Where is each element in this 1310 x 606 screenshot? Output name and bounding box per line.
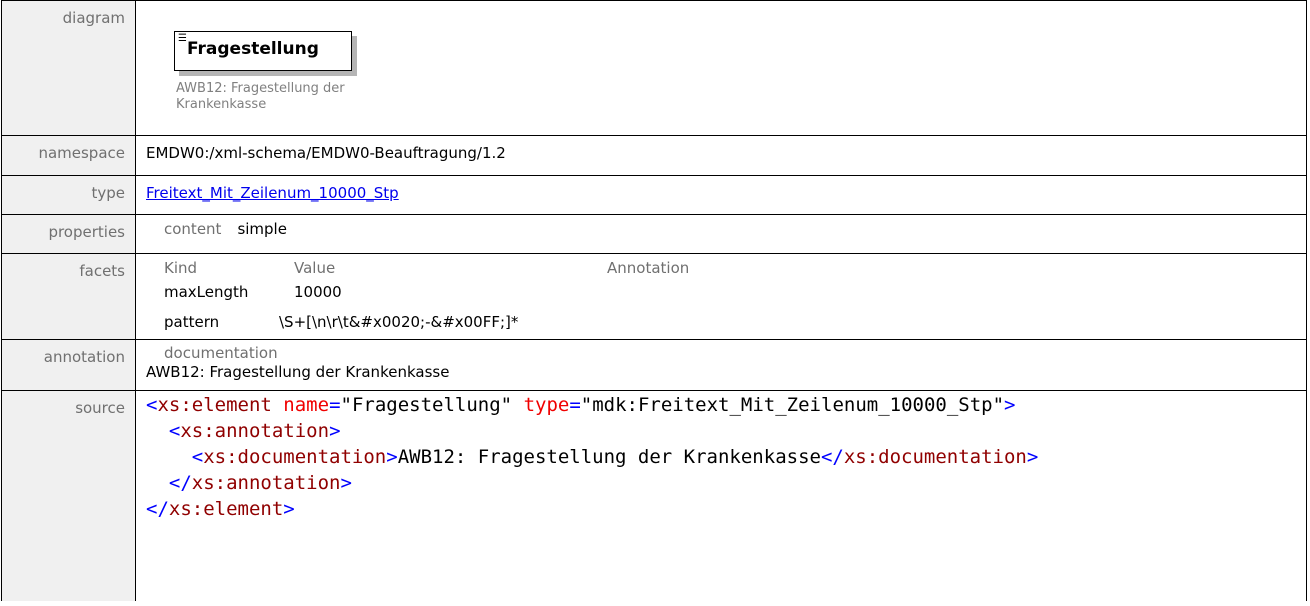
schema-doc-table: diagram ☰ Fragestellung AWB12: Fragestel… (1, 0, 1307, 601)
annotation-row: annotation documentation AWB12: Frageste… (1, 339, 1307, 391)
diagram-cell: ☰ Fragestellung AWB12: Fragestellung der… (135, 0, 1307, 136)
xml-attr-value: "Fragestellung" (340, 394, 513, 416)
annotation-heading: documentation (164, 344, 278, 362)
xml-attr-value: "mdk:Freitext_Mit_Zeilenum_10000_Stp" (580, 394, 1005, 416)
facets-header-annotation: Annotation (607, 259, 690, 277)
diagram-label: diagram (1, 0, 136, 136)
property-value: simple (237, 220, 287, 238)
xml-tag: xs:documentation (203, 446, 387, 468)
properties-cell: content simple (135, 214, 1307, 254)
source-row: source <xs:element name="Fragestellung" … (1, 390, 1307, 601)
xml-tag: xs:annotation (191, 472, 341, 494)
annotation-cell: documentation AWB12: Fragestellung der K… (135, 339, 1307, 391)
facet-value: 10000 (294, 283, 342, 301)
xml-tag: xs:documentation (843, 446, 1027, 468)
element-name: Fragestellung (187, 39, 319, 59)
element-documentation-note: AWB12: Fragestellung der Krankenkasse (176, 81, 345, 112)
element-box[interactable]: ☰ Fragestellung (174, 31, 352, 71)
diagram-row: diagram ☰ Fragestellung AWB12: Fragestel… (1, 0, 1307, 136)
annotation-text: AWB12: Fragestellung der Krankenkasse (146, 363, 450, 381)
source-cell: <xs:element name="Fragestellung" type="m… (135, 390, 1307, 601)
xml-attr-name: name (283, 394, 330, 416)
xml-source: <xs:element name="Fragestellung" type="m… (146, 394, 1039, 520)
namespace-value: EMDW0:/xml-schema/EMDW0-Beauftragung/1.2 (135, 135, 1307, 176)
facets-cell: Kind Value Annotation maxLength 10000 pa… (135, 253, 1307, 340)
facets-table: Kind Value Annotation maxLength 10000 pa… (146, 259, 1306, 337)
facet-kind: pattern (164, 313, 220, 331)
element-lines-icon: ☰ (178, 33, 187, 44)
facet-row: pattern \S+[\n\r\t&#x0020;-&#x00FF;]* (164, 307, 1306, 337)
element-diagram: ☰ Fragestellung AWB12: Fragestellung der… (146, 9, 1306, 134)
xml-tag: xs:annotation (180, 420, 330, 442)
property-key: content (164, 220, 222, 238)
namespace-label: namespace (1, 135, 136, 176)
properties-row: properties content simple (1, 214, 1307, 254)
xml-attr-name: type (523, 394, 570, 416)
facet-kind: maxLength (164, 283, 249, 301)
facet-row: maxLength 10000 (164, 277, 1306, 307)
xml-tag: xs:element (157, 394, 272, 416)
facet-value: \S+[\n\r\t&#x0020;-&#x00FF;]* (279, 313, 519, 331)
xml-text: AWB12: Fragestellung der Krankenkasse (397, 446, 821, 468)
type-row: type Freitext_Mit_Zeilenum_10000_Stp (1, 175, 1307, 215)
source-label: source (1, 390, 136, 601)
type-label: type (1, 175, 136, 215)
facets-row: facets Kind Value Annotation maxLength 1… (1, 253, 1307, 340)
xml-tag: xs:element (168, 498, 284, 520)
facets-header-kind: Kind (164, 259, 198, 277)
facets-header: Kind Value Annotation (164, 259, 1306, 277)
annotation-label: annotation (1, 339, 136, 391)
facets-label: facets (1, 253, 136, 340)
facets-header-value: Value (294, 259, 336, 277)
type-cell: Freitext_Mit_Zeilenum_10000_Stp (135, 175, 1307, 215)
type-link[interactable]: Freitext_Mit_Zeilenum_10000_Stp (146, 184, 399, 202)
properties-label: properties (1, 214, 136, 254)
namespace-row: namespace EMDW0:/xml-schema/EMDW0-Beauft… (1, 135, 1307, 176)
